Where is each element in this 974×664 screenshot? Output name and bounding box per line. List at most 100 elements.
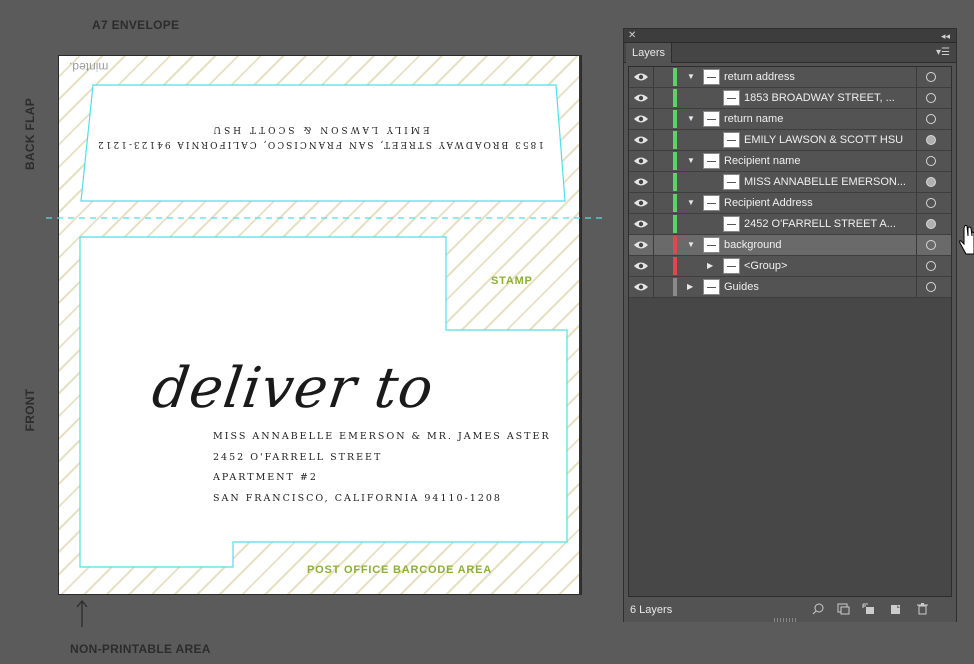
target-circle-icon[interactable] xyxy=(926,177,936,187)
layer-row[interactable]: ▼ return address xyxy=(629,67,951,88)
layer-name[interactable]: EMILY LAWSON & SCOTT HSU xyxy=(744,134,903,146)
layer-color-bar xyxy=(673,152,677,170)
lock-toggle[interactable] xyxy=(653,172,654,192)
layers-panel: ✕ ◂◂ Layers ▾☰ ▼ return address 1853 BROAD… xyxy=(623,28,957,622)
target-circle-icon[interactable] xyxy=(926,72,936,82)
layer-name[interactable]: MISS ANNABELLE EMERSON... xyxy=(744,176,906,188)
visibility-eye-icon[interactable] xyxy=(633,280,649,294)
delete-layer-icon[interactable] xyxy=(916,603,929,615)
target-circle-icon[interactable] xyxy=(926,93,936,103)
hand-cursor-icon xyxy=(959,224,974,255)
collapse-panel-icon[interactable]: ◂◂ xyxy=(941,29,950,43)
target-circle-icon[interactable] xyxy=(926,114,936,124)
new-sublayer-icon[interactable] xyxy=(862,603,875,615)
new-layer-icon[interactable] xyxy=(889,603,902,615)
collapsed-triangle-icon[interactable]: ▶ xyxy=(707,261,713,270)
layer-name[interactable]: return name xyxy=(724,113,783,125)
expand-triangle-icon[interactable]: ▼ xyxy=(687,114,695,123)
layer-color-bar xyxy=(673,278,677,296)
layer-row[interactable]: ▼ Recipient name xyxy=(629,151,951,172)
layer-row[interactable]: 2452 O'FARRELL STREET A... xyxy=(629,214,951,235)
layer-thumbnail xyxy=(703,153,720,169)
layer-name[interactable]: Recipient Address xyxy=(724,197,813,209)
flap-return-block: 1853 BROADWAY STREET, SAN FRANCISCO, CAL… xyxy=(95,124,545,149)
lock-toggle[interactable] xyxy=(653,256,654,276)
barcode-area-label: POST OFFICE BARCODE AREA xyxy=(307,564,493,576)
visibility-eye-icon[interactable] xyxy=(633,133,649,147)
panel-menu-icon[interactable]: ▾☰ xyxy=(936,46,950,60)
layer-thumbnail xyxy=(723,132,740,148)
expand-triangle-icon[interactable]: ▼ xyxy=(687,156,695,165)
visibility-eye-icon[interactable] xyxy=(633,154,649,168)
visibility-eye-icon[interactable] xyxy=(633,175,649,189)
row-separator xyxy=(916,88,917,108)
visibility-eye-icon[interactable] xyxy=(633,217,649,231)
stamp-label: STAMP xyxy=(491,275,533,287)
layer-row[interactable]: EMILY LAWSON & SCOTT HSU xyxy=(629,130,951,151)
layer-row[interactable]: ▶ Guides xyxy=(629,277,951,298)
lock-toggle[interactable] xyxy=(653,109,654,129)
visibility-eye-icon[interactable] xyxy=(633,259,649,273)
lock-toggle[interactable] xyxy=(653,67,654,87)
layer-name[interactable]: 1853 BROADWAY STREET, ... xyxy=(744,92,895,104)
visibility-eye-icon[interactable] xyxy=(633,238,649,252)
visibility-eye-icon[interactable] xyxy=(633,196,649,210)
close-icon[interactable]: ✕ xyxy=(628,29,636,43)
recipient-line: MISS ANNABELLE EMERSON & MR. JAMES ASTER xyxy=(213,431,551,442)
recipient-line: SAN FRANCISCO, CALIFORNIA 94110-1208 xyxy=(213,492,502,504)
layer-name[interactable]: Guides xyxy=(724,281,759,293)
lock-toggle[interactable] xyxy=(653,88,654,108)
expand-triangle-icon[interactable]: ▼ xyxy=(687,72,695,81)
target-circle-icon[interactable] xyxy=(926,156,936,166)
visibility-eye-icon[interactable] xyxy=(633,112,649,126)
layer-row[interactable]: MISS ANNABELLE EMERSON... xyxy=(629,172,951,193)
lock-toggle[interactable] xyxy=(653,277,654,297)
clipping-mask-icon[interactable] xyxy=(837,603,850,615)
lock-toggle[interactable] xyxy=(653,193,654,213)
layer-thumbnail xyxy=(723,90,740,106)
target-circle-icon[interactable] xyxy=(926,219,936,229)
tab-layers[interactable]: Layers xyxy=(626,43,673,63)
expand-triangle-icon[interactable]: ▼ xyxy=(687,240,695,249)
layer-color-bar xyxy=(673,173,677,191)
collapsed-triangle-icon[interactable]: ▶ xyxy=(687,282,693,291)
target-circle-icon[interactable] xyxy=(926,261,936,271)
layer-list: ▼ return address 1853 BROADWAY STREET, ...… xyxy=(628,66,952,597)
layer-thumbnail xyxy=(703,279,720,295)
layer-name[interactable]: <Group> xyxy=(744,260,787,272)
layer-name[interactable]: 2452 O'FARRELL STREET A... xyxy=(744,218,896,230)
layer-thumbnail xyxy=(723,216,740,232)
layer-row[interactable]: ▼ background xyxy=(629,235,951,256)
layer-row[interactable]: ▼ return name xyxy=(629,109,951,130)
layer-color-bar xyxy=(673,236,677,254)
lock-toggle[interactable] xyxy=(653,214,654,234)
visibility-eye-icon[interactable] xyxy=(633,91,649,105)
layer-name[interactable]: return address xyxy=(724,71,795,83)
envelope-artboard[interactable]: minted. 1853 BROADWAY STREET, SAN FRANCI… xyxy=(58,55,582,595)
target-circle-icon[interactable] xyxy=(926,240,936,250)
layer-name[interactable]: background xyxy=(724,239,782,251)
deliver-to-script: deliver to xyxy=(148,356,438,421)
layer-color-bar xyxy=(673,257,677,275)
layer-row[interactable]: ▶ <Group> xyxy=(629,256,951,277)
visibility-eye-icon[interactable] xyxy=(633,70,649,84)
layer-row[interactable]: ▼ Recipient Address xyxy=(629,193,951,214)
back-flap-label: BACK FLAP xyxy=(23,97,37,170)
recipient-line: 2452 O'FARRELL STREET xyxy=(213,451,383,463)
layer-thumbnail xyxy=(703,237,720,253)
lock-toggle[interactable] xyxy=(653,151,654,171)
lock-toggle[interactable] xyxy=(653,235,654,255)
layer-row[interactable]: 1853 BROADWAY STREET, ... xyxy=(629,88,951,109)
target-circle-icon[interactable] xyxy=(926,198,936,208)
layer-name[interactable]: Recipient name xyxy=(724,155,800,167)
target-circle-icon[interactable] xyxy=(926,135,936,145)
row-separator xyxy=(916,67,917,87)
target-circle-icon[interactable] xyxy=(926,282,936,292)
panel-resize-grip[interactable] xyxy=(774,618,796,622)
locate-object-icon[interactable] xyxy=(812,603,825,615)
lock-toggle[interactable] xyxy=(653,130,654,150)
panel-title-bar: ✕ ◂◂ xyxy=(624,29,956,43)
layer-color-bar xyxy=(673,215,677,233)
layer-thumbnail xyxy=(723,258,740,274)
expand-triangle-icon[interactable]: ▼ xyxy=(687,198,695,207)
